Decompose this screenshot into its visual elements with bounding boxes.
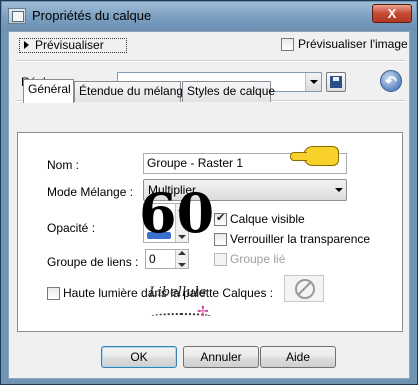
separator [15, 60, 405, 62]
pointing-hand-icon [290, 146, 339, 166]
cancel-button[interactable]: Annuler [183, 346, 259, 368]
linked-group-label: Groupe lié [230, 252, 286, 266]
lock-transparency-checkbox[interactable] [214, 233, 227, 246]
blend-mode-label: Mode Mélange : [47, 185, 134, 199]
opacity-label: Opacité : [47, 221, 96, 235]
title-bar[interactable]: Propriétés du calque X [2, 2, 416, 30]
linked-group-checkbox[interactable] [214, 253, 227, 266]
help-button[interactable]: Aide [260, 346, 336, 368]
visible-checkbox[interactable] [214, 211, 227, 226]
link-group-value: 0 [149, 252, 156, 266]
ok-button[interactable]: OK [101, 346, 177, 368]
reset-arrow-icon[interactable]: ↶ [380, 70, 402, 92]
chevron-down-icon[interactable] [335, 188, 343, 192]
tab-layer-styles[interactable]: Styles de calque [182, 81, 275, 102]
opacity-value-overlay: 60 [139, 181, 215, 245]
tab-general[interactable]: Général [23, 79, 74, 103]
dragonfly-icon: ✢ [197, 303, 209, 319]
dialog-window: Propriétés du calque X Prévisualiser Pré… [0, 0, 418, 385]
link-group-spin-arrows[interactable] [175, 250, 188, 268]
link-group-label: Groupe de liens : [47, 255, 139, 269]
chevron-down-icon[interactable] [305, 73, 321, 91]
preview-button[interactable]: Prévisualiser [19, 38, 127, 53]
close-button[interactable]: X [372, 4, 412, 23]
tab-blend-range[interactable]: Étendue du mélange [74, 81, 190, 102]
visible-label: Calque visible [230, 212, 305, 226]
link-group-stepper[interactable]: 0 [145, 249, 189, 269]
play-icon [24, 41, 29, 49]
watermark-text: Libellule [149, 285, 207, 300]
preview-image-checkbox[interactable] [281, 38, 294, 51]
preview-button-label: Prévisualiser [35, 38, 104, 52]
highlight-checkbox[interactable] [47, 287, 60, 300]
save-preset-icon[interactable] [326, 72, 346, 92]
layer-properties-icon [8, 8, 26, 24]
name-label: Nom : [47, 158, 80, 172]
lock-transparency-label: Verrouiller la transparence [230, 232, 371, 246]
no-symbol-icon[interactable] [284, 275, 324, 302]
preview-image-label: Prévisualiser l'image [298, 37, 408, 51]
window-title: Propriétés du calque [32, 8, 152, 23]
